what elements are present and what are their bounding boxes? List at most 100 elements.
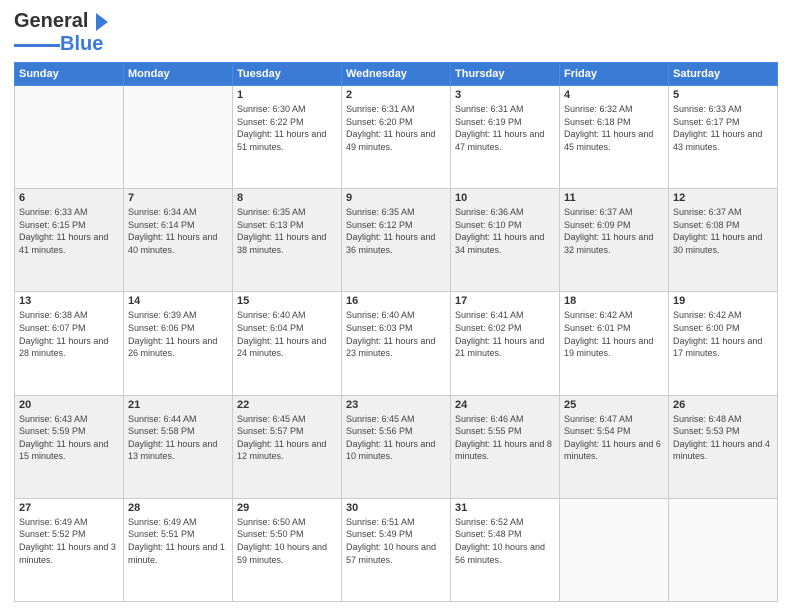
day-info: Sunrise: 6:45 AMSunset: 5:56 PMDaylight:… — [346, 413, 446, 463]
day-number: 24 — [455, 399, 555, 411]
day-info: Sunrise: 6:45 AMSunset: 5:57 PMDaylight:… — [237, 413, 337, 463]
calendar-week-row: 27Sunrise: 6:49 AMSunset: 5:52 PMDayligh… — [15, 498, 778, 601]
calendar-cell: 1Sunrise: 6:30 AMSunset: 6:22 PMDaylight… — [233, 86, 342, 189]
day-info: Sunrise: 6:35 AMSunset: 6:13 PMDaylight:… — [237, 206, 337, 256]
day-number: 29 — [237, 502, 337, 514]
calendar-cell — [560, 498, 669, 601]
day-info: Sunrise: 6:48 AMSunset: 5:53 PMDaylight:… — [673, 413, 773, 463]
day-number: 22 — [237, 399, 337, 411]
calendar-week-row: 13 Sunrise: 6:38 AMSunset: 6:07 PMDayligh… — [15, 292, 778, 395]
calendar-cell: 18Sunrise: 6:42 AMSunset: 6:01 PMDayligh… — [560, 292, 669, 395]
calendar-cell: 15 Sunrise: 6:40 AMSunset: 6:04 PMDayligh… — [233, 292, 342, 395]
day-number: 31 — [455, 502, 555, 514]
calendar-cell — [124, 86, 233, 189]
calendar-cell — [669, 498, 778, 601]
day-number: 16 — [346, 295, 446, 307]
calendar-week-row: 6 Sunrise: 6:33 AMSunset: 6:15 PMDaylight… — [15, 189, 778, 292]
calendar-cell: 27Sunrise: 6:49 AMSunset: 5:52 PMDayligh… — [15, 498, 124, 601]
day-number: 21 — [128, 399, 228, 411]
day-number: 15 — [237, 295, 337, 307]
day-number: 7 — [128, 192, 228, 204]
day-info: Sunrise: 6:40 AMSunset: 6:04 PMDaylight:… — [237, 309, 337, 359]
logo-line — [14, 44, 60, 47]
day-info: Sunrise: 6:31 AMSunset: 6:20 PMDaylight:… — [346, 103, 446, 153]
day-number: 6 — [19, 192, 119, 204]
col-header-sunday: Sunday — [15, 63, 124, 86]
calendar-cell: 24 Sunrise: 6:46 AMSunset: 5:55 PMDayligh… — [451, 395, 560, 498]
day-info: Sunrise: 6:37 AMSunset: 6:08 PMDaylight:… — [673, 206, 773, 256]
calendar-cell: 7 Sunrise: 6:34 AMSunset: 6:14 PMDaylight… — [124, 189, 233, 292]
calendar-cell: 8Sunrise: 6:35 AMSunset: 6:13 PMDaylight… — [233, 189, 342, 292]
day-info: Sunrise: 6:44 AMSunset: 5:58 PMDaylight:… — [128, 413, 228, 463]
day-number: 3 — [455, 89, 555, 101]
calendar-cell: 25 Sunrise: 6:47 AMSunset: 5:54 PMDayligh… — [560, 395, 669, 498]
day-number: 14 — [128, 295, 228, 307]
calendar-cell: 31Sunrise: 6:52 AMSunset: 5:48 PMDayligh… — [451, 498, 560, 601]
header: General Blue — [14, 10, 778, 56]
calendar-table: SundayMondayTuesdayWednesdayThursdayFrid… — [14, 62, 778, 602]
day-number: 10 — [455, 192, 555, 204]
logo: General Blue — [14, 10, 110, 56]
day-number: 17 — [455, 295, 555, 307]
day-number: 28 — [128, 502, 228, 514]
day-info: Sunrise: 6:38 AMSunset: 6:07 PMDaylight:… — [19, 309, 119, 359]
day-info: Sunrise: 6:46 AMSunset: 5:55 PMDaylight:… — [455, 413, 555, 463]
day-info: Sunrise: 6:31 AMSunset: 6:19 PMDaylight:… — [455, 103, 555, 153]
calendar-cell: 23 Sunrise: 6:45 AMSunset: 5:56 PMDayligh… — [342, 395, 451, 498]
day-number: 4 — [564, 89, 664, 101]
logo-blue-text: Blue — [60, 33, 103, 56]
day-info: Sunrise: 6:42 AMSunset: 6:00 PMDaylight:… — [673, 309, 773, 359]
day-info: Sunrise: 6:30 AMSunset: 6:22 PMDaylight:… — [237, 103, 337, 153]
day-info: Sunrise: 6:36 AMSunset: 6:10 PMDaylight:… — [455, 206, 555, 256]
calendar-cell: 26 Sunrise: 6:48 AMSunset: 5:53 PMDayligh… — [669, 395, 778, 498]
calendar-cell: 11Sunrise: 6:37 AMSunset: 6:09 PMDayligh… — [560, 189, 669, 292]
day-info: Sunrise: 6:51 AMSunset: 5:49 PMDaylight:… — [346, 516, 446, 566]
day-number: 5 — [673, 89, 773, 101]
col-header-wednesday: Wednesday — [342, 63, 451, 86]
col-header-tuesday: Tuesday — [233, 63, 342, 86]
day-number: 19 — [673, 295, 773, 307]
day-number: 20 — [19, 399, 119, 411]
day-info: Sunrise: 6:49 AMSunset: 5:51 PMDaylight:… — [128, 516, 228, 566]
col-header-thursday: Thursday — [451, 63, 560, 86]
day-number: 13 — [19, 295, 119, 307]
calendar-cell: 4Sunrise: 6:32 AMSunset: 6:18 PMDaylight… — [560, 86, 669, 189]
calendar-cell: 2 Sunrise: 6:31 AMSunset: 6:20 PMDaylight… — [342, 86, 451, 189]
day-number: 12 — [673, 192, 773, 204]
day-info: Sunrise: 6:42 AMSunset: 6:01 PMDaylight:… — [564, 309, 664, 359]
day-number: 30 — [346, 502, 446, 514]
day-info: Sunrise: 6:34 AMSunset: 6:14 PMDaylight:… — [128, 206, 228, 256]
calendar-cell: 17 Sunrise: 6:41 AMSunset: 6:02 PMDayligh… — [451, 292, 560, 395]
day-number: 26 — [673, 399, 773, 411]
calendar-header-row: SundayMondayTuesdayWednesdayThursdayFrid… — [15, 63, 778, 86]
day-info: Sunrise: 6:49 AMSunset: 5:52 PMDaylight:… — [19, 516, 119, 566]
day-number: 9 — [346, 192, 446, 204]
calendar-cell: 12 Sunrise: 6:37 AMSunset: 6:08 PMDayligh… — [669, 189, 778, 292]
calendar-cell: 29 Sunrise: 6:50 AMSunset: 5:50 PMDayligh… — [233, 498, 342, 601]
col-header-saturday: Saturday — [669, 63, 778, 86]
day-info: Sunrise: 6:33 AMSunset: 6:17 PMDaylight:… — [673, 103, 773, 153]
calendar-cell: 20Sunrise: 6:43 AMSunset: 5:59 PMDayligh… — [15, 395, 124, 498]
calendar-cell: 14Sunrise: 6:39 AMSunset: 6:06 PMDayligh… — [124, 292, 233, 395]
day-info: Sunrise: 6:40 AMSunset: 6:03 PMDaylight:… — [346, 309, 446, 359]
calendar-cell: 19 Sunrise: 6:42 AMSunset: 6:00 PMDayligh… — [669, 292, 778, 395]
calendar-week-row: 20Sunrise: 6:43 AMSunset: 5:59 PMDayligh… — [15, 395, 778, 498]
calendar-cell — [15, 86, 124, 189]
calendar-week-row: 1Sunrise: 6:30 AMSunset: 6:22 PMDaylight… — [15, 86, 778, 189]
page: General Blue SundayMondayTuesdayWednesda… — [0, 0, 792, 612]
calendar-cell: 10 Sunrise: 6:36 AMSunset: 6:10 PMDayligh… — [451, 189, 560, 292]
day-info: Sunrise: 6:50 AMSunset: 5:50 PMDaylight:… — [237, 516, 337, 566]
day-number: 2 — [346, 89, 446, 101]
calendar-cell: 9Sunrise: 6:35 AMSunset: 6:12 PMDaylight… — [342, 189, 451, 292]
day-info: Sunrise: 6:41 AMSunset: 6:02 PMDaylight:… — [455, 309, 555, 359]
col-header-monday: Monday — [124, 63, 233, 86]
col-header-friday: Friday — [560, 63, 669, 86]
day-number: 23 — [346, 399, 446, 411]
calendar-cell: 28 Sunrise: 6:49 AMSunset: 5:51 PMDayligh… — [124, 498, 233, 601]
day-info: Sunrise: 6:47 AMSunset: 5:54 PMDaylight:… — [564, 413, 664, 463]
day-number: 25 — [564, 399, 664, 411]
calendar-cell: 16 Sunrise: 6:40 AMSunset: 6:03 PMDayligh… — [342, 292, 451, 395]
calendar-cell: 3 Sunrise: 6:31 AMSunset: 6:19 PMDaylight… — [451, 86, 560, 189]
calendar-cell: 5 Sunrise: 6:33 AMSunset: 6:17 PMDaylight… — [669, 86, 778, 189]
day-info: Sunrise: 6:33 AMSunset: 6:15 PMDaylight:… — [19, 206, 119, 256]
